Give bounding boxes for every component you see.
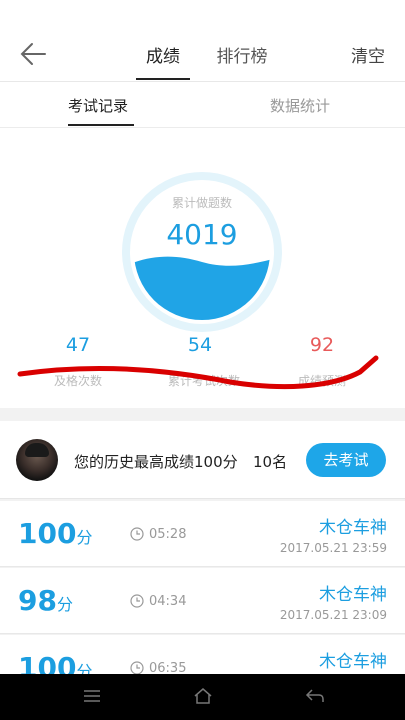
go-exam-button[interactable]: 去考试: [306, 443, 386, 477]
red-annotation-stroke: [17, 355, 379, 390]
clock-icon: [130, 527, 144, 541]
clock-icon: [130, 594, 144, 608]
record-author: 木仓车神: [319, 518, 387, 538]
record-row[interactable]: 98分 04:34 木仓车神 2017.05.21 23:09: [0, 568, 405, 634]
record-row[interactable]: 100分 05:28 木仓车神 2017.05.21 23:59: [0, 501, 405, 567]
best-score-text: 您的历史最高成绩100分: [74, 453, 238, 471]
clear-button[interactable]: 清空: [351, 42, 385, 67]
tab-ranking[interactable]: 排行榜: [212, 42, 272, 67]
record-author: 木仓车神: [319, 652, 387, 672]
subtab-bar: 考试记录 数据统计: [0, 82, 405, 128]
menu-icon[interactable]: [82, 686, 102, 706]
header: 成绩 排行榜 清空: [0, 24, 405, 82]
record-score-value: 98: [18, 584, 57, 617]
stats-panel: 累计做题数 4019 47 及格次数 54 累计考试次数 92 成绩预测: [0, 128, 405, 408]
back-arrow-icon: [20, 43, 46, 65]
avatar: [16, 439, 58, 481]
system-nav-bar: [0, 674, 405, 720]
clock-icon: [130, 661, 144, 675]
record-datetime: 2017.05.21 23:09: [279, 608, 387, 622]
best-score-card: 您的历史最高成绩100分 10名 去考试: [0, 421, 405, 499]
subtab-data-statistics[interactable]: 数据统计: [270, 95, 330, 116]
record-datetime: 2017.05.21 23:59: [279, 541, 387, 555]
tab-score[interactable]: 成绩: [136, 42, 190, 67]
record-score: 100分: [18, 517, 92, 550]
back-button[interactable]: [18, 40, 48, 68]
best-rank-text: 10名: [253, 453, 288, 471]
record-score-unit: 分: [76, 528, 93, 547]
nav-back-icon[interactable]: [304, 686, 326, 706]
record-author: 木仓车神: [319, 585, 387, 605]
record-duration: 05:28: [149, 527, 187, 542]
record-score-unit: 分: [56, 595, 73, 614]
record-duration: 04:34: [149, 594, 187, 609]
home-icon[interactable]: [192, 686, 214, 706]
tab-active-indicator: [136, 78, 190, 80]
status-bar: [0, 0, 405, 24]
total-questions-value: 4019: [166, 218, 238, 251]
record-score-value: 100: [18, 517, 77, 550]
circle-label: 累计做题数: [171, 196, 232, 210]
subtab-active-indicator: [68, 124, 134, 126]
subtab-exam-records[interactable]: 考试记录: [68, 95, 128, 116]
record-score: 98分: [18, 584, 73, 617]
